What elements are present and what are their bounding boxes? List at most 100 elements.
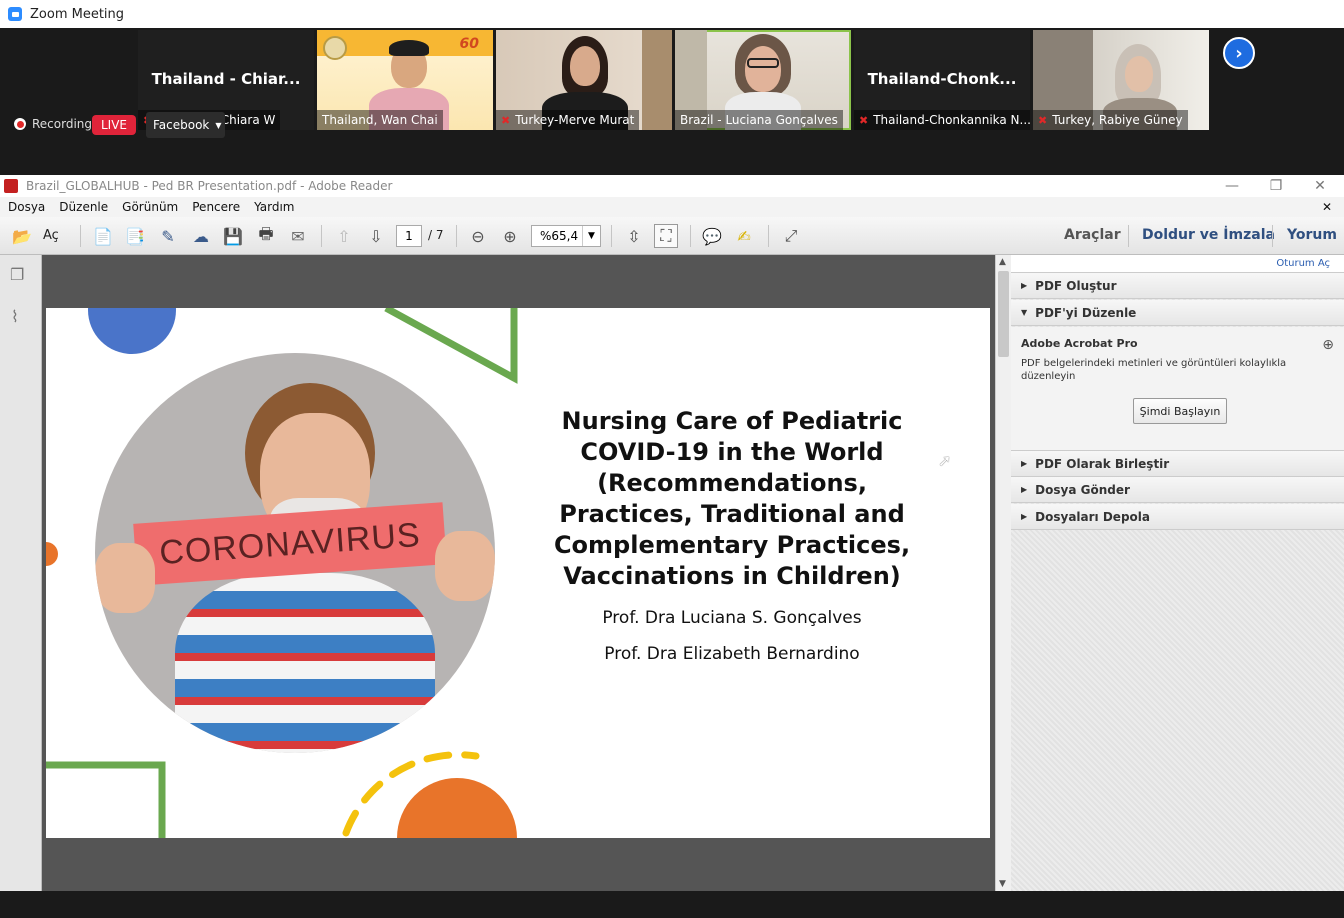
decor-orange-half-circle (397, 778, 517, 838)
section-combine-pdf[interactable]: ▶ PDF Olarak Birleştir (1011, 451, 1344, 477)
toolbar-separator (1128, 225, 1129, 247)
pdf-app-icon (4, 179, 18, 193)
left-hand (95, 543, 155, 613)
menu-gorunum[interactable]: Görünüm (122, 200, 178, 214)
toolbar-separator (768, 225, 769, 247)
tools-link[interactable]: Araçlar (1064, 227, 1121, 243)
zoom-out-icon[interactable]: ⊖ (466, 224, 490, 248)
document-viewport[interactable]: CORONAVIRUS Nursing Care of Pediatric CO… (42, 255, 995, 891)
toolbar-separator (690, 225, 691, 247)
fit-page-icon[interactable]: ⛶ (654, 224, 678, 248)
fullscreen-icon[interactable]: ⤢ (779, 224, 803, 248)
left-navigation-pane: ❐ ⌇ (0, 255, 42, 891)
section-store-files[interactable]: ▶ Dosyaları Depola (1011, 504, 1344, 530)
toolbar-separator (1272, 225, 1273, 247)
participant-caption: Thailand, Wan Chai (317, 110, 443, 130)
comment-link[interactable]: Yorum (1287, 227, 1337, 243)
video-background-shelf (642, 30, 672, 130)
pages-thumbnail-icon[interactable]: ❐ (10, 265, 24, 284)
page-total: / 7 (428, 228, 444, 242)
vertical-scrollbar[interactable]: ▲ ▼ (995, 255, 1011, 891)
participant-tile-active[interactable]: Brazil - Luciana Gonçalves (675, 30, 851, 130)
muted-mic-icon: ✖ (1038, 113, 1048, 127)
chevron-right-icon: › (1235, 42, 1243, 64)
section-edit-pdf[interactable]: ▼ PDF'yi Düzenle (1011, 300, 1344, 326)
participant-caption-text: Thailand-Chonkannika N... (873, 113, 1030, 127)
fit-width-icon[interactable]: ⇳ (622, 224, 646, 248)
close-document-icon[interactable]: ✕ (1322, 200, 1332, 214)
close-button[interactable]: ✕ (1298, 175, 1342, 197)
decor-orange-dot (46, 542, 58, 566)
participant-tile[interactable]: ✖ Turkey-Merve Murat (496, 30, 672, 130)
next-participants-button[interactable]: › (1223, 37, 1255, 69)
comment-icon[interactable]: 💬 (700, 224, 724, 248)
slide-title-line: Nursing Care of Pediatric (561, 407, 903, 435)
participant-tile[interactable]: ✖ Turkey, Rabiye Güney (1033, 30, 1209, 130)
scrollbar-thumb[interactable] (998, 271, 1009, 357)
menu-duzenle[interactable]: Düzenle (59, 200, 108, 214)
live-badge[interactable]: LIVE (92, 115, 136, 135)
person-head (1125, 56, 1153, 92)
person-head (745, 46, 781, 92)
email-icon[interactable]: ✉ (286, 224, 310, 248)
section-create-pdf[interactable]: ▶ PDF Oluştur (1011, 273, 1344, 299)
open-label[interactable]: Aç (43, 228, 59, 243)
participant-tile[interactable]: 60 Thailand, Wan Chai (317, 30, 493, 130)
decor-green-triangle (384, 308, 518, 384)
minimize-button[interactable]: — (1210, 175, 1254, 197)
participant-caption: ✖ Turkey-Merve Murat (496, 110, 640, 130)
participant-tile[interactable]: Thailand-Chonk... ✖ Thailand-Chonkannika… (854, 30, 1030, 130)
menu-pencere[interactable]: Pencere (192, 200, 240, 214)
scroll-down-arrow-icon[interactable]: ▼ (999, 879, 1006, 889)
decor-green-corner (46, 761, 166, 838)
expand-triangle-icon: ▶ (1021, 459, 1028, 468)
page-number-input[interactable]: 1 (396, 225, 422, 247)
recording-dot-icon (14, 118, 26, 130)
reader-window-title: Brazil_GLOBALHUB - Ped BR Presentation.p… (26, 179, 393, 193)
zoom-in-icon[interactable]: ⊕ (498, 224, 522, 248)
previous-page-icon[interactable]: ⇧ (332, 224, 356, 248)
person-hair (389, 40, 429, 56)
menu-yardim[interactable]: Yardım (254, 200, 294, 214)
acrobat-edit-icon: ⊕ (1322, 337, 1334, 353)
slide-title-line: Complementary Practices, (553, 531, 911, 559)
fill-sign-link[interactable]: Doldur ve İmzala (1142, 227, 1275, 243)
edit-pdf-icon[interactable]: ✎ (156, 224, 180, 248)
login-link[interactable]: Oturum Aç (1011, 255, 1344, 273)
section-label: Dosyaları Depola (1035, 509, 1150, 524)
participant-caption-text: Turkey-Merve Murat (515, 113, 635, 127)
expand-triangle-icon: ▶ (1021, 281, 1028, 290)
scroll-up-arrow-icon[interactable]: ▲ (999, 257, 1006, 267)
muted-mic-icon: ✖ (859, 113, 869, 127)
recording-label: Recording (32, 117, 93, 131)
create-pdf-icon[interactable]: 📄 (91, 224, 115, 248)
participant-caption-text: Thailand, Wan Chai (322, 113, 438, 127)
section-label: PDF Oluştur (1035, 278, 1117, 293)
highlight-icon[interactable]: ✍ (732, 224, 756, 248)
participant-name-large: Thailand-Chonk... (867, 70, 1017, 88)
print-icon[interactable]: 🖶 (254, 224, 278, 248)
zoom-title-bar: Zoom Meeting (0, 0, 1344, 28)
section-send-file[interactable]: ▶ Dosya Gönder (1011, 477, 1344, 503)
participant-name-large: Thailand - Chiar... (151, 70, 301, 88)
product-description: PDF belgelerindeki metinleri ve görüntül… (1021, 358, 1287, 382)
export-pdf-icon[interactable]: 📑 (123, 224, 147, 248)
collapse-triangle-icon: ▼ (1021, 308, 1028, 317)
stream-destination-dropdown[interactable]: Facebook ▼ (146, 112, 225, 138)
menu-dosya[interactable]: Dosya (8, 200, 45, 214)
next-page-icon[interactable]: ⇩ (364, 224, 388, 248)
anniversary-logo-icon: 60 (459, 36, 479, 52)
reader-title-bar: Brazil_GLOBALHUB - Ped BR Presentation.p… (0, 175, 1344, 197)
open-folder-icon[interactable]: 📂 (10, 224, 34, 248)
edit-pdf-content: Adobe Acrobat Pro ⊕ PDF belgelerindeki m… (1011, 327, 1344, 451)
attachments-paperclip-icon[interactable]: ⌇ (11, 307, 19, 326)
save-icon[interactable]: 💾 (221, 224, 245, 248)
expand-triangle-icon: ▶ (1021, 485, 1028, 494)
restore-button[interactable]: ❐ (1254, 175, 1298, 197)
toolbar-separator (80, 225, 81, 247)
zoom-level-select[interactable]: %65,4 ▼ (531, 225, 601, 247)
section-label: PDF'yi Düzenle (1035, 305, 1137, 320)
start-now-button[interactable]: Şimdi Başlayın (1133, 398, 1227, 424)
upload-cloud-icon[interactable]: ☁ (189, 224, 213, 248)
recording-indicator[interactable]: Recording (14, 117, 92, 131)
